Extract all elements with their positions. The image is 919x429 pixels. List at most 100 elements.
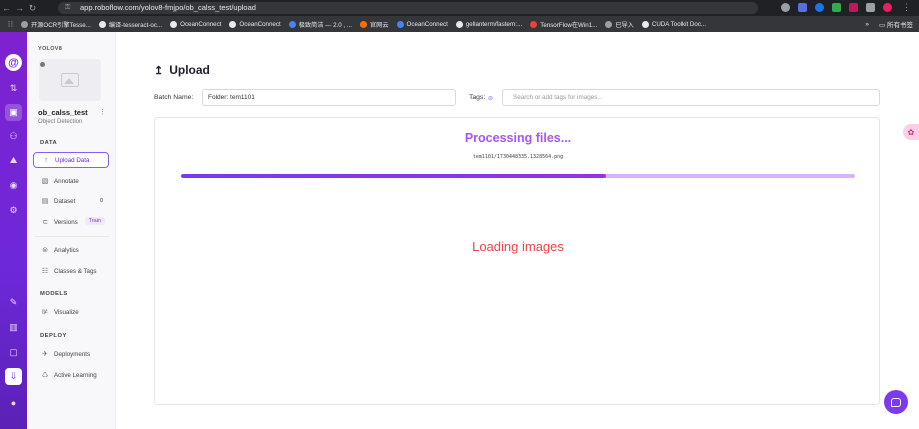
- all-bookmarks-label: 所有书签: [887, 22, 913, 29]
- extension-icon[interactable]: [815, 3, 824, 12]
- rail-item-help[interactable]: ▢: [5, 344, 22, 361]
- bookmark-item[interactable]: OceanConnect: [229, 20, 281, 29]
- rail-item-universe[interactable]: ⛰: [5, 152, 22, 169]
- bookmark-item[interactable]: TensorFlow在Win1...: [530, 20, 597, 29]
- extension-icon[interactable]: [849, 3, 858, 12]
- dataset-count: 0: [99, 198, 103, 204]
- address-bar[interactable]: ⚿ app.roboflow.com/yolov8-fmjpo/ob_calss…: [58, 2, 758, 14]
- sidebar-item-dataset[interactable]: ▤ Dataset 0: [33, 193, 109, 209]
- tag-info-icon[interactable]: ⊘: [488, 95, 493, 102]
- sidebar-item-upload-data[interactable]: ↑ Upload Data: [33, 152, 109, 168]
- rail-item-transfer[interactable]: ⇅: [5, 80, 22, 97]
- sidebar-item-analytics[interactable]: ⊜ Analytics: [33, 242, 109, 258]
- project-more-icon[interactable]: ⋮: [99, 108, 106, 116]
- rail-item-projects[interactable]: ▣: [5, 104, 22, 121]
- site-info-icon[interactable]: ⚿: [65, 2, 70, 14]
- bookmark-item[interactable]: OceanConnect: [396, 20, 448, 29]
- rail-item-users[interactable]: ⚇: [5, 128, 22, 145]
- bookmark-favicon-icon: [396, 20, 404, 28]
- gear-icon: ⚙: [9, 205, 18, 215]
- bookmark-list: 开源OCR引擎Tesse... 编译-tesseract-oc... OceanCo…: [21, 20, 714, 29]
- all-bookmarks-button[interactable]: ▭ 所有书签: [879, 19, 913, 29]
- project-thumbnail[interactable]: [39, 59, 101, 101]
- browser-toolbar: ← → ↻ ⚿ app.roboflow.com/yolov8-fmjpo/ob…: [0, 0, 919, 16]
- rail-item-account[interactable]: ●: [5, 394, 22, 411]
- flower-icon: ✿: [907, 127, 915, 137]
- url-text: app.roboflow.com/yolov8-fmjpo/ob_calss_t…: [80, 3, 256, 12]
- sidebar-item-versions[interactable]: ⊂ Versions Train: [33, 214, 109, 230]
- sidebar-item-active-learning[interactable]: ♺ Active Learning: [33, 367, 109, 383]
- forward-icon[interactable]: →: [13, 3, 26, 13]
- projects-icon: ▣: [9, 107, 18, 117]
- bookmark-item[interactable]: gellanterm/fastern:...: [455, 20, 522, 29]
- bookmark-favicon-icon: [170, 20, 178, 28]
- bookmark-favicon-icon: [359, 20, 367, 28]
- sidebar-item-classes-tags[interactable]: ☷ Classes & Tags: [33, 263, 109, 279]
- star-icon[interactable]: [781, 3, 790, 12]
- upload-page: ↥ Upload Batch Name: Folder: tem1101 Tag…: [116, 32, 919, 429]
- upload-dropzone[interactable]: Processing files... tem1101/1730448335.1…: [154, 117, 880, 405]
- extension-icon[interactable]: [832, 3, 841, 12]
- bookmark-item[interactable]: 极致简洁 — 2.0 , ...: [288, 20, 352, 29]
- roboflow-logo[interactable]: @: [5, 54, 22, 71]
- bookmark-favicon-icon: [98, 20, 106, 28]
- bookmark-item[interactable]: 开源OCR引擎Tesse...: [21, 20, 91, 29]
- sidebar-item-label: Visualize: [54, 308, 79, 316]
- help-icon: ▢: [9, 347, 18, 357]
- rail-item-docs[interactable]: ✎: [5, 294, 22, 311]
- loading-images-text: Loading images: [472, 239, 564, 254]
- rail-item-download[interactable]: ⇩: [5, 368, 22, 385]
- batch-name-label: Batch Name:: [154, 94, 194, 101]
- bookmark-item[interactable]: 官网云: [359, 20, 389, 29]
- bookmark-favicon-icon: [229, 20, 237, 28]
- rail-item-deploy[interactable]: ◉: [5, 177, 22, 194]
- puzzle-icon[interactable]: [866, 3, 875, 12]
- versions-icon: ⊂: [42, 219, 48, 226]
- bookmark-item[interactable]: OceanConnect: [170, 20, 221, 29]
- bookmark-favicon-icon: [641, 20, 649, 28]
- tags-search-input[interactable]: Search or add tags for images...: [502, 89, 880, 106]
- batch-name-input[interactable]: Folder: tem1101: [202, 89, 456, 106]
- bookmark-item[interactable]: 编译-tesseract-oc...: [98, 20, 162, 29]
- menu-icon[interactable]: ⋮: [900, 2, 913, 13]
- bookmark-item[interactable]: 已导入: [605, 20, 634, 29]
- section-models: MODELS: [40, 291, 68, 297]
- rail-item-settings[interactable]: ⚙: [5, 202, 22, 219]
- processing-status: Processing files...: [464, 131, 572, 145]
- bookmark-label: OceanConnect: [180, 20, 222, 28]
- bookmark-label: 官网云: [369, 21, 389, 29]
- side-feedback-tab[interactable]: ✿: [903, 124, 919, 140]
- sidebar-item-visualize[interactable]: ⊯ Visualize: [33, 304, 109, 320]
- visualize-icon: ⊯: [41, 309, 49, 316]
- section-data: DATA: [40, 140, 58, 146]
- bookmark-item[interactable]: CUDA Toolkit Doc...: [641, 20, 707, 29]
- section-deploy: DEPLOY: [40, 333, 67, 339]
- status-dot: [40, 62, 45, 67]
- classes-icon: ☷: [41, 268, 49, 275]
- bookmarks-right: » ▭ 所有书签: [859, 16, 913, 32]
- dataset-icon: ▤: [41, 198, 49, 205]
- bookmark-label: OceanConnect: [239, 20, 281, 28]
- rail-item-library[interactable]: ▥: [5, 319, 22, 336]
- back-icon[interactable]: ←: [0, 3, 13, 13]
- profile-avatar[interactable]: [883, 3, 892, 12]
- bookmark-label: CUDA Toolkit Doc...: [651, 20, 707, 28]
- apps-icon[interactable]: ⁝⁝: [4, 19, 17, 30]
- extension-icon[interactable]: [798, 3, 807, 12]
- page-title-text: Upload: [169, 63, 210, 77]
- app-rail: @ ⇅ ▣ ⚇ ⛰ ◉ ⚙ ✎ ▥ ▢ ⇩ ●: [0, 32, 27, 429]
- sidebar-item-annotate[interactable]: ▧ Annotate: [33, 173, 109, 189]
- account-icon: ●: [10, 397, 17, 408]
- bookmark-favicon-icon: [530, 20, 538, 28]
- reload-icon[interactable]: ↻: [26, 3, 39, 14]
- annotate-icon: ▧: [41, 178, 49, 185]
- image-placeholder-icon: [61, 73, 79, 87]
- sidebar-item-deployments[interactable]: ✈ Deployments: [33, 346, 109, 362]
- bookmarks-more-button[interactable]: »: [865, 21, 869, 28]
- tags-label: Tags:: [469, 94, 486, 101]
- bookmark-label: TensorFlow在Win1...: [540, 21, 598, 29]
- sidebar-item-label: Annotate: [54, 177, 79, 185]
- chat-support-button[interactable]: [884, 390, 908, 414]
- train-badge[interactable]: Train: [84, 217, 105, 225]
- bookmark-favicon-icon: [288, 20, 296, 28]
